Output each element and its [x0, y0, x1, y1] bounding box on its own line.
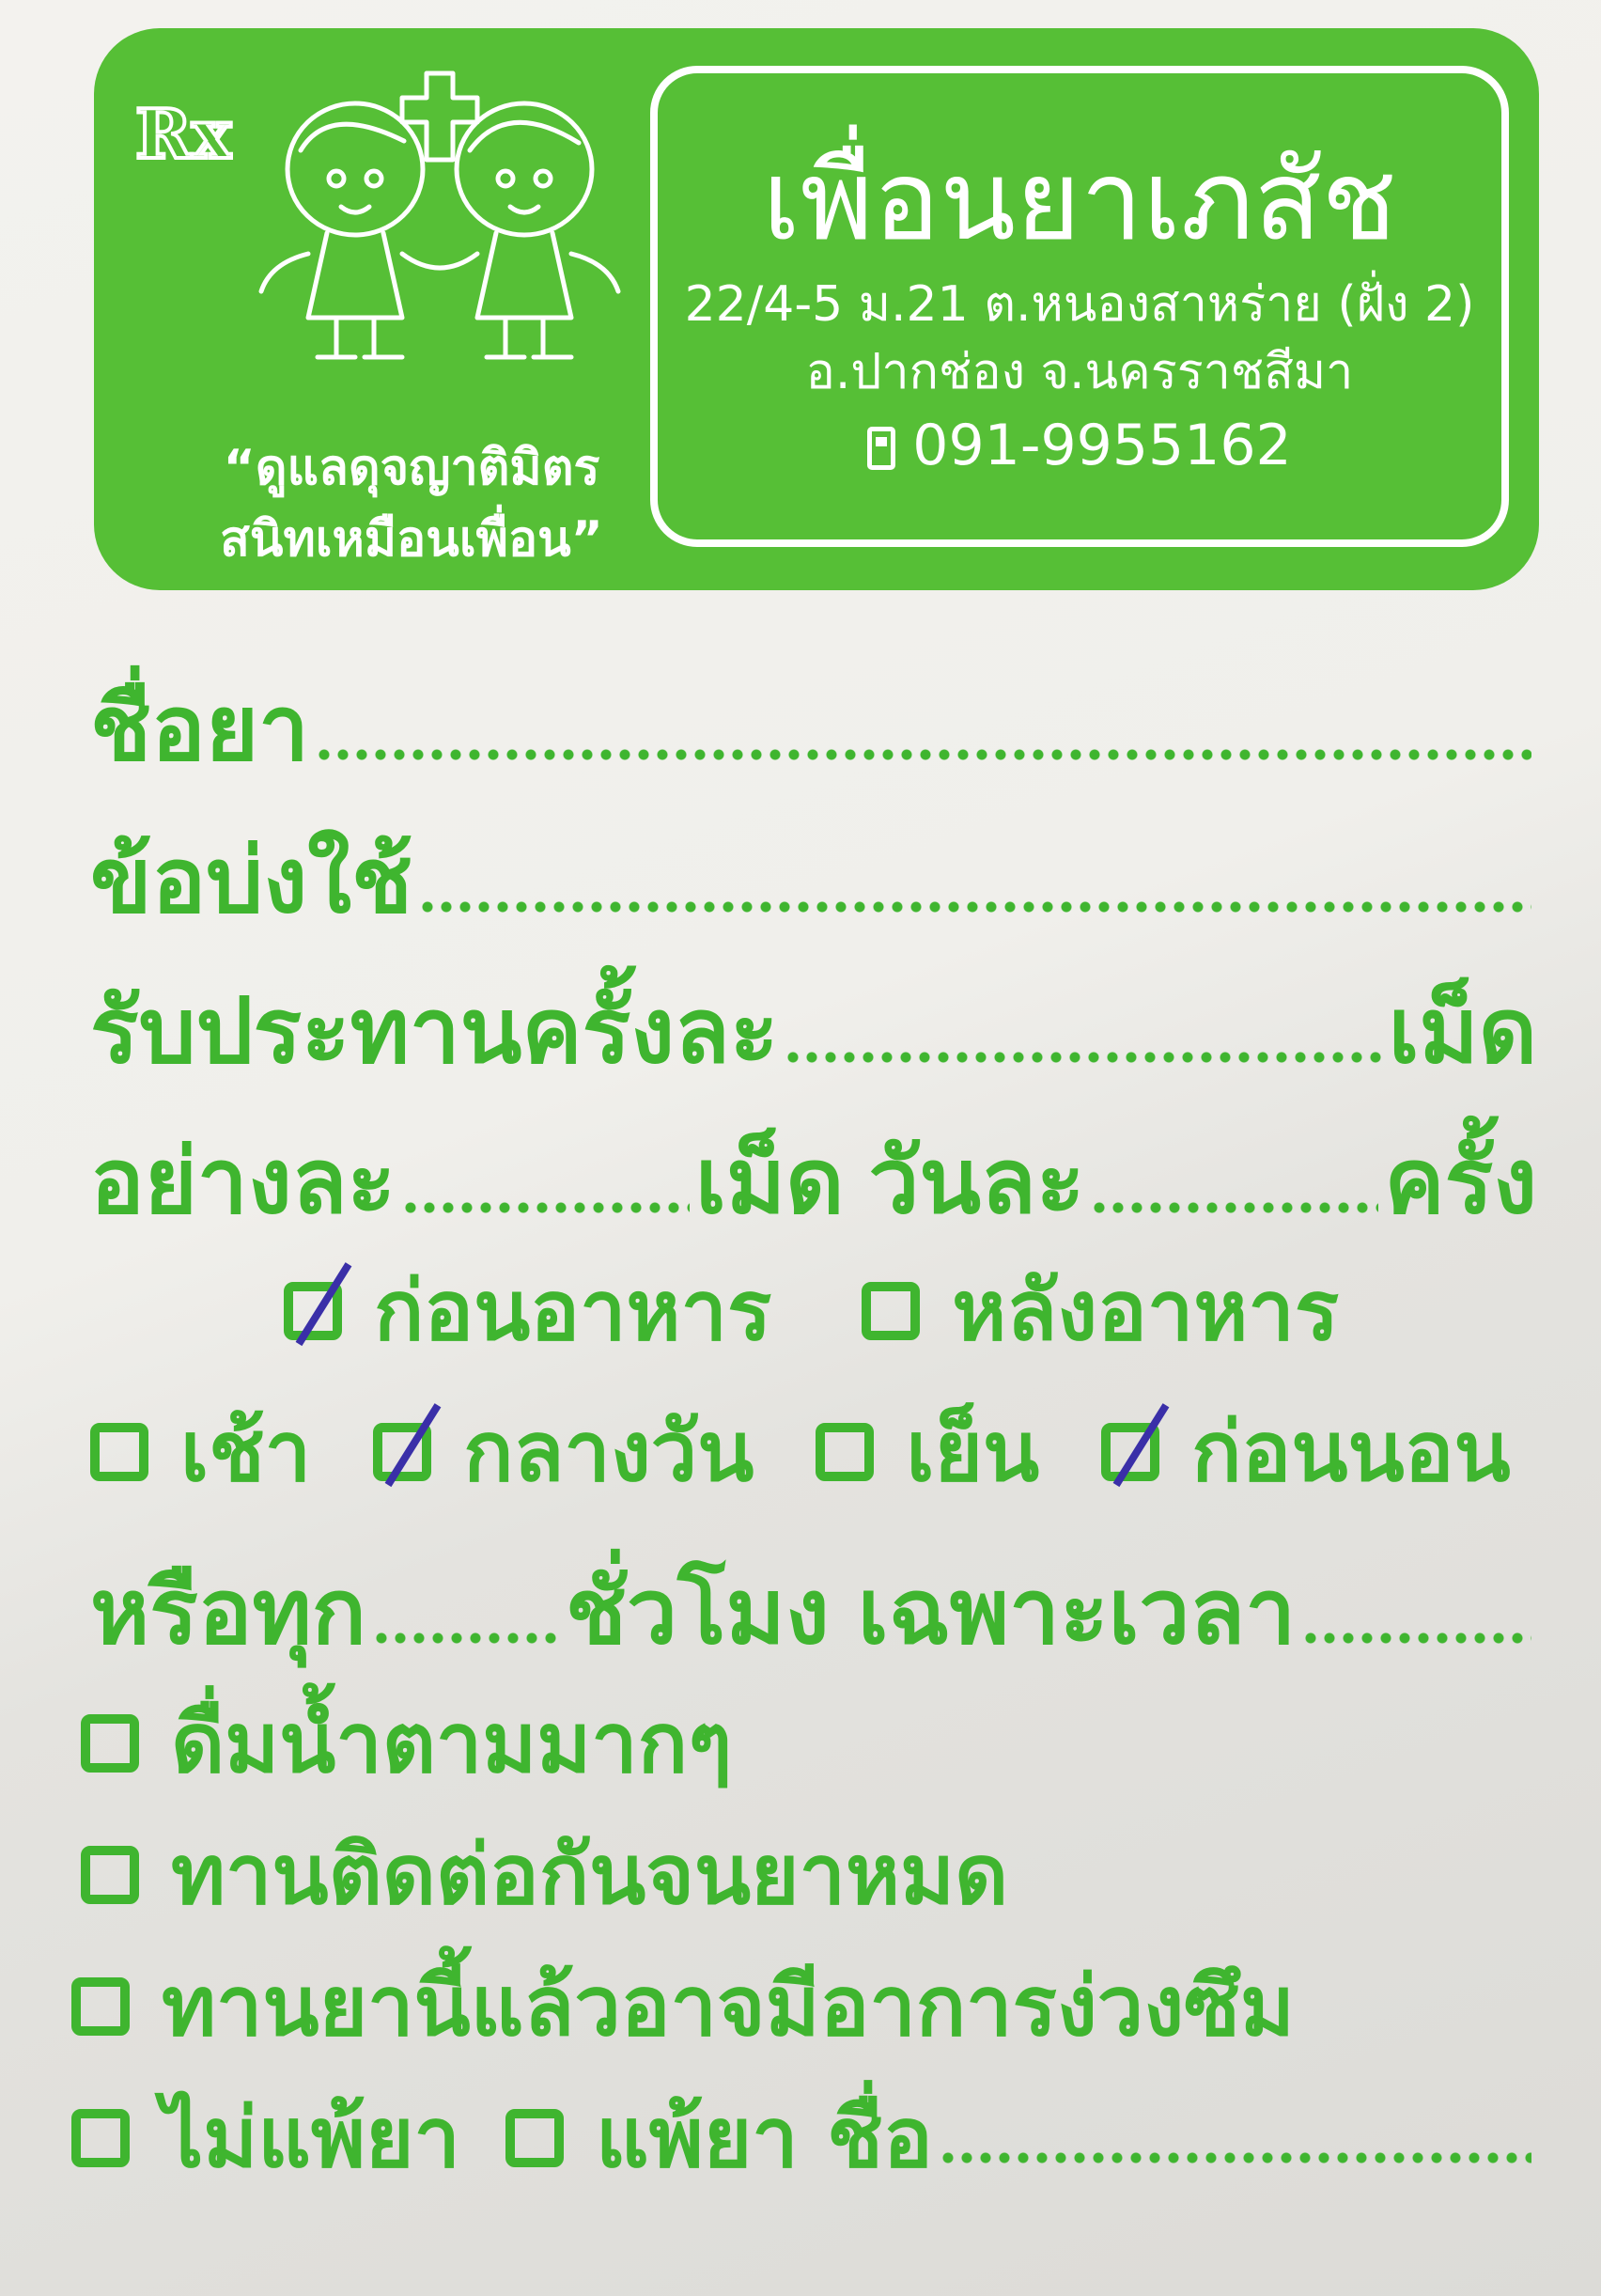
per-day-unit: ครั้ง — [1384, 1129, 1537, 1234]
option-bedtime[interactable]: ก่อนนอน — [1101, 1400, 1511, 1504]
indication-line: ข้อบ่งใช้ — [90, 829, 1537, 932]
checkbox-finish-course[interactable] — [81, 1846, 139, 1904]
option-noon[interactable]: กลางวัน — [373, 1400, 754, 1504]
checkbox-morning[interactable] — [90, 1423, 148, 1481]
checkbox-before-meal[interactable] — [284, 1282, 342, 1340]
every-hours-field[interactable] — [371, 1630, 560, 1647]
svg-text:Rx: Rx — [135, 94, 233, 174]
checkbox-after-meal[interactable] — [862, 1282, 921, 1340]
drug-name-field[interactable] — [314, 746, 1531, 763]
checkbox-allergy[interactable] — [505, 2109, 564, 2167]
option-allergy-label: แพ้ยา ชื่อ — [595, 2089, 933, 2186]
option-drowsy[interactable]: ทานยานี้แล้วอาจมีอาการง่วงซึม — [71, 1955, 1295, 2058]
checkbox-bedtime[interactable] — [1101, 1423, 1160, 1481]
checkbox-drink-water[interactable] — [81, 1714, 139, 1773]
pharmacy-header: Rx “ดูแลดุจญาติมิตร สนิทเหมือนเพื่อน” เพ… — [94, 28, 1539, 590]
option-finish-course[interactable]: ทานติดต่อกันจนยาหมด — [81, 1823, 1008, 1927]
option-before-meal[interactable]: ก่อนอาหาร — [284, 1259, 771, 1363]
indication-label: ข้อบ่งใช้ — [90, 828, 413, 933]
option-evening-label: เย็น — [906, 1403, 1040, 1500]
each-per-day-line: อย่างละ เม็ด วันละ ครั้ง — [90, 1130, 1537, 1233]
address-line-2: อ.ปากช่อง จ.นครราชสีมา — [805, 344, 1354, 400]
option-allergy[interactable]: แพ้ยา ชื่อ — [505, 2086, 933, 2190]
option-evening[interactable]: เย็น — [816, 1400, 1039, 1504]
option-bedtime-label: ก่อนนอน — [1191, 1403, 1511, 1500]
dose-line: รับประทานครั้งละ เม็ด — [90, 979, 1537, 1083]
every-label: หรือทุก — [90, 1559, 366, 1664]
per-day-label: วันละ — [868, 1129, 1085, 1234]
option-drink-water-label: ดื่มน้ำตามมากๆ — [171, 1695, 733, 1791]
option-drowsy-label: ทานยานี้แล้วอาจมีอาการง่วงซึม — [162, 1958, 1295, 2054]
slogan-line-2: สนิทเหมือนเพื่อน” — [220, 511, 603, 568]
phone-row: 091-9955162 — [658, 406, 1501, 485]
option-after-meal-label: หลังอาหาร — [952, 1262, 1340, 1359]
specific-time-label: เฉพาะเวลา — [857, 1559, 1297, 1664]
each-label: อย่างละ — [90, 1129, 396, 1234]
each-unit: เม็ด — [695, 1129, 845, 1234]
slogan: “ดูแลดุจญาติมิตร สนิทเหมือนเพื่อน” — [148, 432, 675, 575]
drug-name-label: ชื่อยา — [90, 676, 309, 781]
allergy-drug-field[interactable] — [938, 2149, 1531, 2166]
per-day-field[interactable] — [1090, 1199, 1379, 1216]
dose-unit: เม็ด — [1388, 978, 1537, 1084]
option-finish-course-label: ทานติดต่อกันจนยาหมด — [171, 1826, 1009, 1923]
meal-options: ก่อนอาหาร หลังอาหาร — [284, 1259, 1339, 1363]
option-no-allergy[interactable]: ไม่แพ้ยา — [71, 2086, 460, 2190]
option-drink-water[interactable]: ดื่มน้ำตามมากๆ — [81, 1692, 732, 1795]
checkbox-evening[interactable] — [816, 1423, 875, 1481]
advice-option-1: ดื่มน้ำตามมากๆ — [81, 1692, 732, 1795]
advice-option-2: ทานติดต่อกันจนยาหมด — [81, 1823, 1008, 1927]
dose-label: รับประทานครั้งละ — [90, 978, 779, 1084]
option-noon-label: กลางวัน — [463, 1403, 754, 1500]
hours-label: ชั่วโมง — [565, 1559, 830, 1664]
medicine-label: Rx “ดูแลดุจญาติมิตร สนิทเหมือนเพื่อน” เพ… — [0, 0, 1601, 2296]
phone-icon — [867, 427, 896, 470]
option-before-meal-label: ก่อนอาหาร — [374, 1262, 772, 1359]
address-line-1: 22/4-5 ม.21 ต.หนองสาหร่าย (ฝั่ง 2) — [684, 276, 1475, 333]
shop-name: เพื่อนยาเภสัช — [762, 135, 1397, 265]
checkbox-noon[interactable] — [373, 1423, 432, 1481]
shop-info-box: เพื่อนยาเภสัช 22/4-5 ม.21 ต.หนองสาหร่าย … — [650, 66, 1509, 547]
option-morning[interactable]: เช้า — [90, 1400, 311, 1504]
slogan-line-1: “ดูแลดุจญาติมิตร — [223, 440, 600, 496]
time-options: เช้า กลางวัน เย็น ก่อนนอน — [90, 1400, 1511, 1504]
allergy-line: ไม่แพ้ยา แพ้ยา ชื่อ — [71, 2086, 1537, 2190]
indication-field[interactable] — [418, 898, 1531, 915]
drug-name-line: ชื่อยา — [90, 677, 1537, 780]
dose-field[interactable] — [784, 1049, 1383, 1066]
phone-number: 091-9955162 — [912, 413, 1292, 478]
option-no-allergy-label: ไม่แพ้ยา — [162, 2089, 460, 2186]
checkbox-drowsy[interactable] — [71, 1977, 130, 2036]
option-morning-label: เช้า — [180, 1403, 312, 1500]
specific-time-field[interactable] — [1301, 1630, 1531, 1647]
rx-icon: Rx — [133, 92, 233, 176]
pharmacist-kids-illustration — [258, 70, 621, 360]
checkbox-no-allergy[interactable] — [71, 2109, 130, 2167]
logo-area: Rx “ดูแลดุจญาติมิตร สนิทเหมือนเพื่อน” — [130, 66, 656, 568]
advice-option-3: ทานยานี้แล้วอาจมีอาการง่วงซึม — [71, 1955, 1295, 2058]
interval-line: หรือทุก ชั่วโมง เฉพาะเวลา — [90, 1560, 1537, 1663]
option-after-meal[interactable]: หลังอาหาร — [862, 1259, 1339, 1363]
each-field[interactable] — [401, 1199, 691, 1216]
